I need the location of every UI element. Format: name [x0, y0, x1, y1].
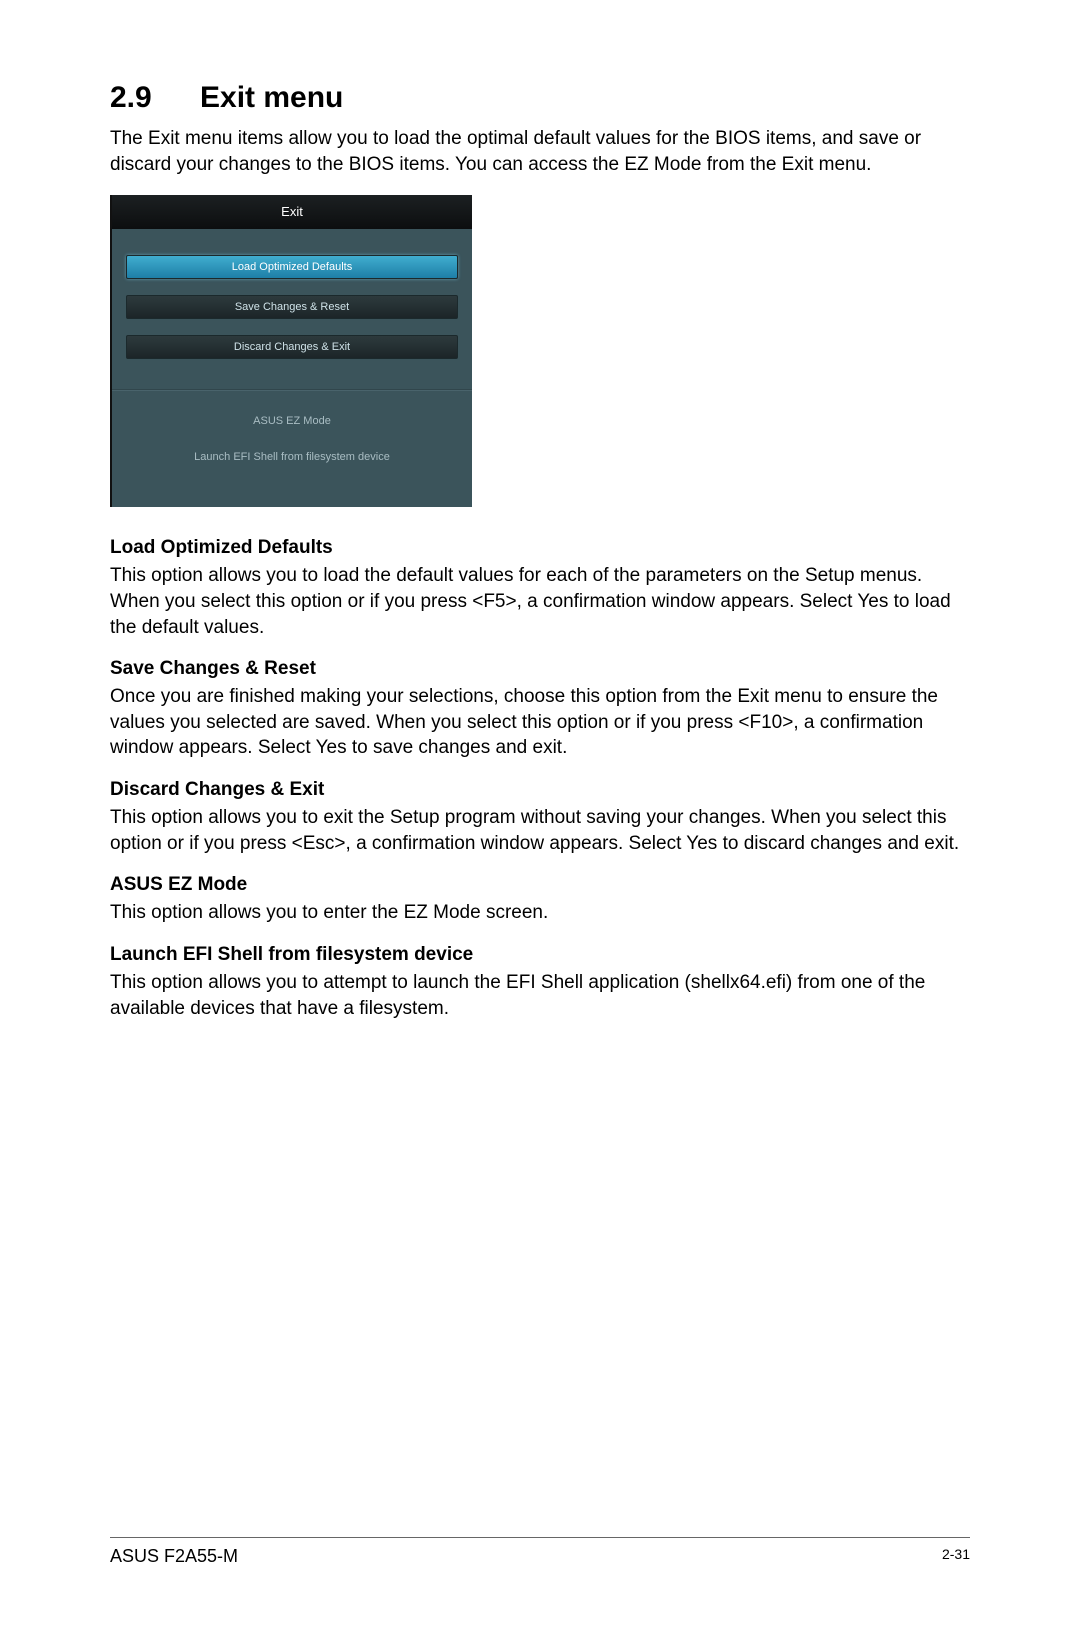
page-footer: ASUS F2A55-M 2-31 — [110, 1537, 970, 1567]
sub-load-optimized-defaults: Load Optimized Defaults — [110, 537, 970, 559]
sub-discard-changes-exit: Discard Changes & Exit — [110, 779, 970, 801]
para-save-changes-reset: Once you are finished making your select… — [110, 684, 970, 761]
section-number: 2.9 — [110, 80, 200, 116]
intro-text: The Exit menu items allow you to load th… — [110, 126, 970, 177]
sub-asus-ez-mode: ASUS EZ Mode — [110, 874, 970, 896]
bios-tab-exit[interactable]: Exit — [112, 195, 472, 229]
bios-link-launch-efi-shell[interactable]: Launch EFI Shell from filesystem device — [126, 451, 458, 463]
para-launch-efi-shell: This option allows you to attempt to lau… — [110, 970, 970, 1021]
section-heading: 2.9Exit menu — [110, 80, 970, 116]
para-asus-ez-mode: This option allows you to enter the EZ M… — [110, 900, 970, 926]
para-load-optimized-defaults: This option allows you to load the defau… — [110, 563, 970, 640]
bios-item-save-changes-reset[interactable]: Save Changes & Reset — [126, 295, 458, 319]
sub-save-changes-reset: Save Changes & Reset — [110, 658, 970, 680]
footer-model: ASUS F2A55-M — [110, 1546, 238, 1567]
bios-divider — [112, 389, 472, 391]
para-discard-changes-exit: This option allows you to exit the Setup… — [110, 805, 970, 856]
bios-item-discard-changes-exit[interactable]: Discard Changes & Exit — [126, 335, 458, 359]
section-title: Exit menu — [200, 81, 343, 114]
bios-link-asus-ez-mode[interactable]: ASUS EZ Mode — [126, 415, 458, 427]
footer-page-number: 2-31 — [942, 1546, 970, 1567]
bios-exit-menu: Exit Load Optimized Defaults Save Change… — [110, 195, 472, 507]
sub-launch-efi-shell: Launch EFI Shell from filesystem device — [110, 944, 970, 966]
bios-item-load-optimized-defaults[interactable]: Load Optimized Defaults — [126, 255, 458, 279]
